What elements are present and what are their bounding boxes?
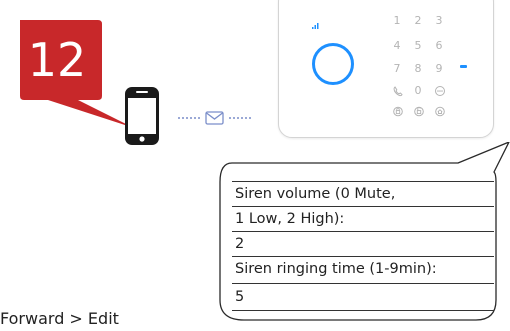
speech-bubble [212,141,510,327]
row-divider [232,283,494,284]
key-1: 1 [393,14,401,27]
key-5: 5 [414,39,422,52]
key-8: 8 [414,62,422,75]
siren-volume-label: Siren volume (0 Mute, [235,186,396,202]
lock-icon [393,106,403,117]
key-7: 7 [393,62,401,75]
siren-ringing-time-value: 5 [235,289,245,305]
smartphone-icon [118,84,168,150]
key-2: 2 [414,14,422,27]
siren-volume-value: 2 [235,236,245,252]
key-6: 6 [435,39,443,52]
step-number: 12 [27,33,87,87]
row-divider [232,256,494,257]
signal-icon [312,23,319,29]
alarm-panel: 1 2 3 4 5 6 7 8 9 0 [278,0,494,138]
phone-icon [393,86,403,97]
siren-ringing-time-label: Siren ringing time (1-9min): [235,261,437,277]
home-icon [435,106,445,117]
voice-icon [435,86,445,96]
envelope-icon [205,111,224,125]
row-divider [232,310,494,311]
led-indicator-icon [460,65,467,68]
key-0: 0 [414,84,422,97]
siren-volume-options: 1 Low, 2 High): [235,211,345,227]
row-divider [232,231,494,232]
key-9: 9 [435,62,443,75]
ring-icon [312,43,354,85]
sms-link [176,108,258,128]
row-divider [232,206,494,207]
row-divider [232,181,494,182]
menu-path-caption: Forward > Edit [0,309,119,328]
key-3: 3 [435,14,443,27]
key-4: 4 [393,39,401,52]
unlock-icon [414,106,424,117]
